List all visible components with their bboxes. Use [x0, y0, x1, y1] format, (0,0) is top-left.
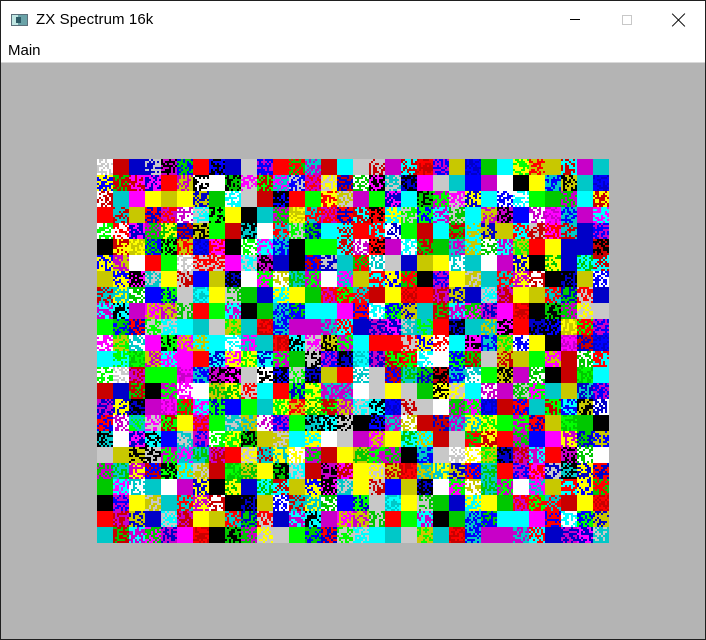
- maximize-button[interactable]: [601, 1, 653, 38]
- window-title: ZX Spectrum 16k: [36, 11, 154, 28]
- emulator-border: [1, 63, 705, 639]
- emulator-screen[interactable]: [97, 159, 609, 543]
- title-bar[interactable]: ZX Spectrum 16k: [1, 1, 705, 38]
- minimize-button[interactable]: [549, 1, 601, 38]
- menu-item-main[interactable]: Main: [8, 42, 41, 59]
- minimize-icon: [570, 19, 580, 20]
- close-button[interactable]: [653, 1, 705, 38]
- app-window: ZX Spectrum 16k Main: [0, 0, 706, 640]
- close-icon: [672, 13, 686, 27]
- caption-buttons: [549, 1, 705, 38]
- menu-bar: Main: [1, 38, 705, 63]
- maximize-icon: [622, 14, 632, 25]
- app-icon: [11, 13, 28, 26]
